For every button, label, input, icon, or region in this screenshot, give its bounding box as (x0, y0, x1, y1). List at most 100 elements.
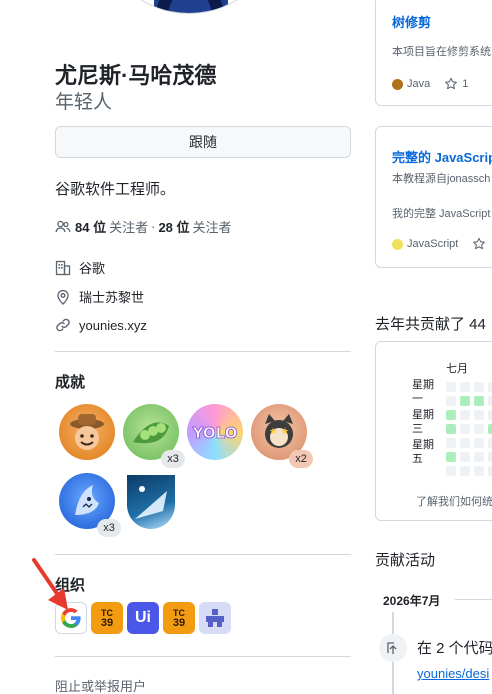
following-count[interactable]: 28 位 (158, 217, 189, 236)
contribution-cell[interactable] (488, 452, 492, 462)
star-count[interactable]: 1 (462, 78, 468, 90)
annotation-arrow-icon (32, 558, 68, 610)
repo-description-extra: 我的完整 JavaScript (392, 208, 491, 220)
activity-month: 2026年7月 (383, 594, 441, 608)
graph-month-label: 七月 (446, 363, 468, 375)
contribution-cell[interactable] (460, 438, 470, 448)
shark-badge-icon[interactable]: x3 (59, 473, 121, 537)
divider (55, 554, 351, 555)
repo-language: Java 1 (392, 77, 468, 91)
contribution-cell[interactable] (460, 466, 470, 476)
contribution-cell[interactable] (446, 466, 456, 476)
contribution-cell[interactable] (460, 382, 470, 392)
profile-main: 树修剪 本项目旨在修剪系统 Java 1 完整的 JavaScript 本教程源… (375, 0, 492, 694)
organization-icon (55, 260, 71, 276)
activity-repo-link[interactable]: younies/desi (417, 666, 489, 681)
pinned-repo-card[interactable]: 树修剪 本项目旨在修剪系统 Java 1 (375, 0, 492, 106)
contribution-cell[interactable] (460, 396, 470, 406)
divider (55, 656, 351, 657)
tc39-org-icon[interactable]: TC 39 (163, 602, 195, 634)
company-row: 谷歌 (55, 258, 105, 277)
contribution-cell[interactable] (488, 438, 492, 448)
contribution-cell[interactable] (446, 438, 456, 448)
unicode-org-icon[interactable]: Ui (127, 602, 159, 634)
day-label: 星期三 (412, 409, 434, 435)
repo-title[interactable]: 完整的 JavaScript (392, 147, 492, 166)
svg-text:★: ★ (269, 426, 277, 436)
language-dot-icon (392, 78, 403, 90)
contribution-cell[interactable] (488, 410, 492, 420)
contribution-cell[interactable] (474, 438, 484, 448)
cowboy-badge-icon[interactable] (59, 404, 115, 460)
contribution-cell[interactable] (488, 382, 492, 392)
push-icon (379, 634, 407, 662)
arctic-code-vault-icon[interactable] (127, 475, 175, 529)
contribution-graph: 七月 星期一 星期三 星期五 了解我们如何统 (375, 341, 492, 521)
language-name: Java (407, 78, 431, 90)
language-dot-icon (392, 238, 403, 250)
contribution-cell[interactable] (460, 410, 470, 420)
profile-sidebar: 尤尼斯·马哈茂德 年轻人 跟随 谷歌软件工程师。 84 位 关注者 · 28 位… (55, 0, 351, 694)
contribution-cell[interactable] (446, 424, 456, 434)
location-text: 瑞士苏黎世 (79, 290, 145, 305)
contribution-cell[interactable] (474, 382, 484, 392)
website-row: younies.xyz (55, 317, 147, 333)
stats-separator: · (151, 219, 156, 234)
divider (55, 351, 351, 352)
peas-badge-icon[interactable]: x3 (123, 404, 185, 468)
repo-title[interactable]: 树修剪 (392, 12, 431, 31)
repo-description: 本教程源自jonassch (392, 173, 491, 185)
achievements-title[interactable]: 成就 (55, 371, 85, 392)
pinned-repo-card[interactable]: 完整的 JavaScript 本教程源自jonassch 我的完整 JavaSc… (375, 126, 492, 268)
profile-avatar[interactable] (97, 0, 281, 14)
followers-label[interactable]: 关注者 (109, 217, 148, 236)
star-icon[interactable] (444, 77, 458, 91)
yolo-badge-icon[interactable]: YOLO (187, 404, 243, 460)
contribution-cell[interactable] (488, 466, 492, 476)
svg-text:★: ★ (281, 426, 289, 436)
follow-stats: 84 位 关注者 · 28 位 关注者 (55, 217, 232, 236)
contribution-cell[interactable] (474, 466, 484, 476)
block-report-link[interactable]: 阻止或举报用户 (55, 676, 146, 694)
contribution-cell[interactable] (446, 452, 456, 462)
profile-name: 尤尼斯·马哈茂德 (55, 63, 217, 88)
follow-button[interactable]: 跟随 (55, 126, 351, 158)
day-label: 星期五 (412, 439, 434, 465)
svg-text:YOLO: YOLO (192, 424, 238, 442)
cat-badge-icon[interactable]: ★ ★ x2 (251, 404, 313, 468)
location-icon (55, 289, 71, 305)
following-label[interactable]: 关注者 (193, 217, 232, 236)
contribution-cell[interactable] (474, 396, 484, 406)
repo-language: JavaScript (392, 237, 486, 251)
contribution-cell[interactable] (488, 396, 492, 406)
contribution-cell[interactable] (446, 382, 456, 392)
badge-count: x3 (97, 519, 121, 537)
profile-bio: 谷歌软件工程师。 (55, 181, 176, 198)
puzzle-org-icon[interactable] (199, 602, 231, 634)
activity-item-text: 在 2 个代码 (417, 640, 492, 657)
contribution-cell[interactable] (460, 424, 470, 434)
contribution-cell[interactable] (460, 452, 470, 462)
activity-title: 贡献活动 (375, 552, 436, 569)
people-icon (55, 219, 71, 235)
contribution-cell[interactable] (446, 396, 456, 406)
followers-count[interactable]: 84 位 (75, 217, 106, 236)
contribution-cell[interactable] (474, 452, 484, 462)
location-row: 瑞士苏黎世 (55, 287, 144, 306)
contributions-title: 去年共贡献了 44 (375, 316, 486, 333)
profile-login: 年轻人 (55, 92, 113, 113)
tc39-org-icon[interactable]: TC 39 (91, 602, 123, 634)
star-icon[interactable] (472, 237, 486, 251)
divider (455, 599, 492, 600)
website-link[interactable]: younies.xyz (79, 318, 147, 333)
link-icon (55, 317, 71, 333)
learn-more-link[interactable]: 了解我们如何统 (416, 493, 492, 509)
contribution-cell[interactable] (474, 410, 484, 420)
contribution-cell[interactable] (446, 410, 456, 420)
contribution-cell[interactable] (474, 424, 484, 434)
badge-count: x2 (289, 450, 313, 468)
contribution-cell[interactable] (488, 424, 492, 434)
company-text: 谷歌 (79, 261, 106, 276)
repo-description: 本项目旨在修剪系统 (392, 46, 491, 58)
badge-count: x3 (161, 450, 185, 468)
